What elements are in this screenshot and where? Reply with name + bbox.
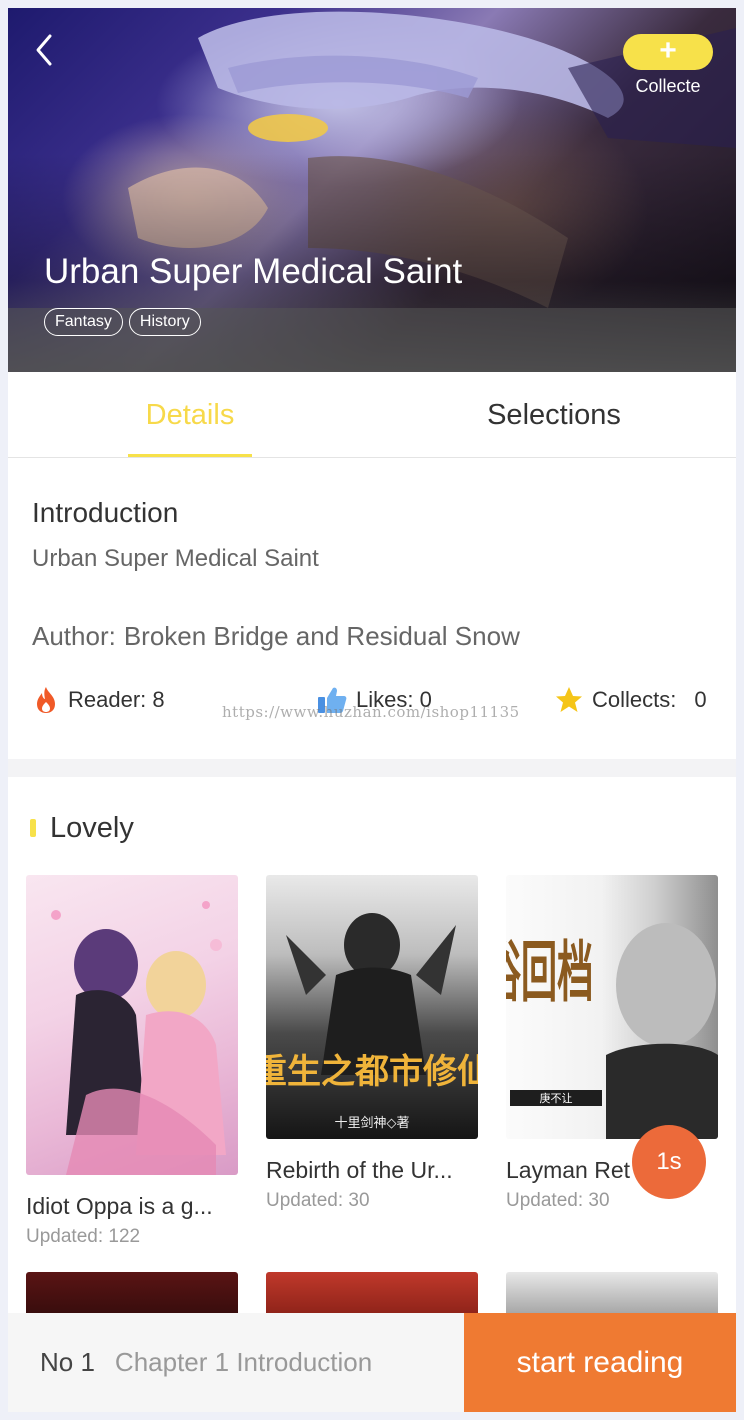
cover-author-text: 庚不让 [540, 1091, 573, 1105]
author-row: Author: Broken Bridge and Residual Snow [32, 621, 520, 652]
cover-illustration [51, 901, 226, 1175]
section-marker [30, 819, 36, 837]
section-divider [8, 759, 736, 777]
collect-label: Collecte [635, 76, 701, 96]
reader-count: Reader: 8 [68, 687, 165, 712]
chevron-left-icon [36, 34, 52, 66]
cover-author-text: 十里剑神◇著 [335, 1115, 410, 1131]
bottom-bar: No 1 Chapter 1 Introduction start readin… [8, 1313, 736, 1412]
lovely-header: Lovely [30, 808, 134, 848]
current-chapter[interactable]: No 1 Chapter 1 Introduction [8, 1313, 464, 1412]
chapter-title: Chapter 1 Introduction [114, 1347, 373, 1377]
back-button[interactable] [28, 30, 60, 70]
countdown-timer-button[interactable]: 1s [632, 1125, 706, 1199]
cover-title-text: 俗回档 [506, 933, 593, 1011]
cover-illustration: 重生之都市修仙 十里剑神◇著 [266, 913, 478, 1131]
cover-banner: + Collecte Urban Super Medical Saint Fan… [8, 8, 736, 372]
watermark: https://www.huzhan.com/ishop11135 [222, 703, 520, 721]
book-card[interactable]: Idiot Oppa is a g... Updated: 122 [26, 875, 238, 1248]
book-cover: 俗回档 庚不让 [506, 875, 718, 1139]
author-label: Author: [32, 621, 116, 651]
book-updated: Updated: 122 [26, 1226, 141, 1247]
plus-icon: + [623, 34, 713, 70]
cover-title-text: 重生之都市修仙 [266, 1052, 478, 1092]
book-title: Urban Super Medical Saint [44, 252, 463, 291]
collects-count: 0 [694, 687, 707, 712]
book-title: Idiot Oppa is a g... [26, 1193, 213, 1219]
collects-label: Collects: [592, 687, 677, 712]
introduction-text: Urban Super Medical Saint [32, 545, 319, 572]
introduction-heading: Introduction [32, 497, 179, 528]
app-frame: + Collecte Urban Super Medical Saint Fan… [8, 8, 736, 1412]
book-updated: Updated: 30 [266, 1190, 370, 1211]
tag-chip[interactable]: History [128, 308, 201, 336]
star-icon [556, 687, 582, 712]
chapter-number: No 1 [40, 1347, 95, 1377]
details-panel: Introduction Urban Super Medical Saint A… [8, 459, 736, 759]
tab-selections[interactable]: Selections [372, 372, 736, 457]
author-name: Broken Bridge and Residual Snow [123, 621, 520, 651]
tag-list: Fantasy History [44, 308, 201, 336]
book-cover [26, 875, 238, 1175]
tag-chip[interactable]: Fantasy [44, 308, 123, 336]
book-cover: 重生之都市修仙 十里剑神◇著 [266, 875, 478, 1139]
tab-details[interactable]: Details [8, 372, 372, 457]
fire-icon [37, 687, 55, 713]
book-title: Rebirth of the Ur... [266, 1157, 453, 1183]
tab-bar: Details Selections [8, 372, 736, 458]
cover-illustration: 俗回档 庚不让 [506, 923, 718, 1139]
collects-stat: Collects: 0 [554, 685, 707, 715]
reader-stat: Reader: 8 [32, 685, 165, 715]
book-card[interactable]: 重生之都市修仙 十里剑神◇著 Rebirth of the Ur... Upda… [266, 875, 478, 1212]
lovely-title: Lovely [50, 811, 134, 844]
start-reading-button[interactable]: start reading [464, 1313, 736, 1412]
collect-button[interactable]: + Collecte [622, 34, 714, 104]
